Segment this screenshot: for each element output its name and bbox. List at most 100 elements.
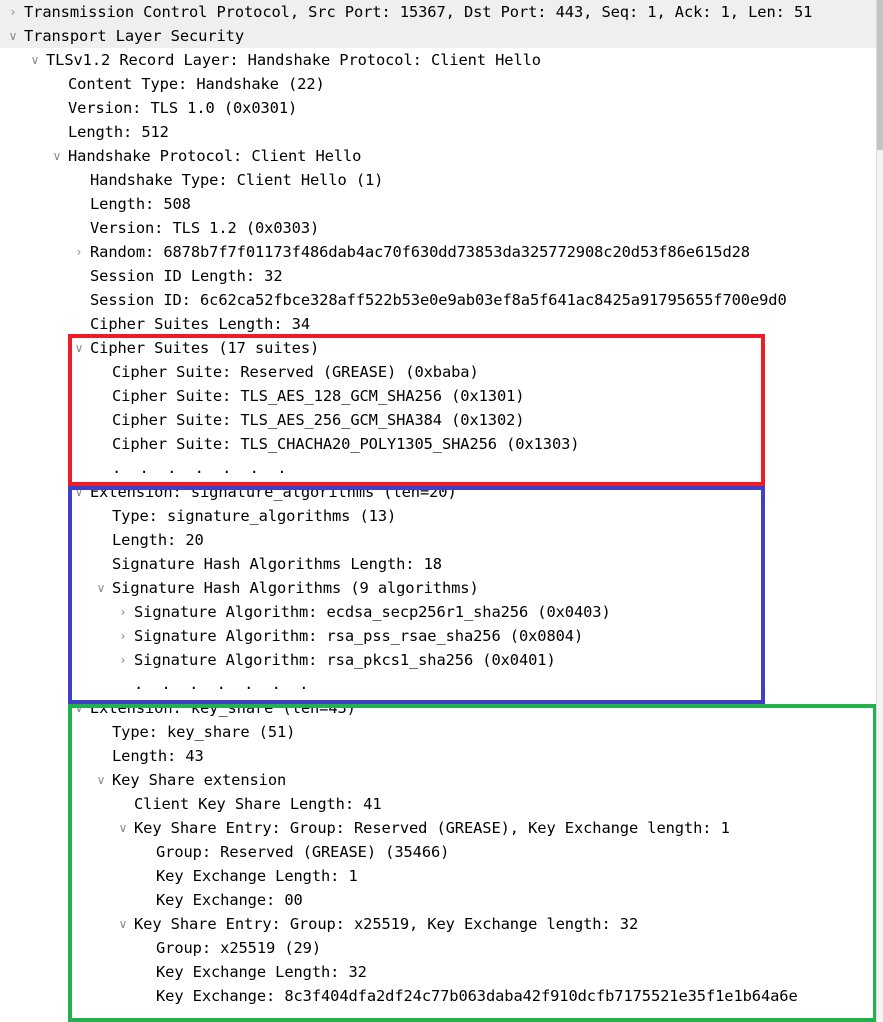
- row-label: Length: 508: [90, 195, 191, 213]
- row-sig-alg-ellipsis[interactable]: . . . . . . .: [0, 672, 877, 696]
- chevron-down-icon[interactable]: [50, 144, 64, 168]
- row-label: Key Exchange: 8c3f404dfa2df24c77b063daba…: [156, 987, 798, 1005]
- row-label: Length: 20: [112, 531, 204, 549]
- row-cipher-suite-aes128[interactable]: Cipher Suite: TLS_AES_128_GCM_SHA256 (0x…: [0, 384, 877, 408]
- row-label: Version: TLS 1.2 (0x0303): [90, 219, 320, 237]
- row-content-type[interactable]: Content Type: Handshake (22): [0, 72, 877, 96]
- chevron-down-icon[interactable]: [72, 480, 86, 504]
- row-record-layer[interactable]: TLSv1.2 Record Layer: Handshake Protocol…: [0, 48, 877, 72]
- row-cipher-suites[interactable]: Cipher Suites (17 suites): [0, 336, 877, 360]
- chevron-down-icon[interactable]: [94, 576, 108, 600]
- chevron-down-icon[interactable]: [94, 768, 108, 792]
- row-tcp-summary[interactable]: Transmission Control Protocol, Src Port:…: [0, 0, 877, 24]
- row-record-version[interactable]: Version: TLS 1.0 (0x0301): [0, 96, 877, 120]
- vertical-scrollbar-thumb[interactable]: [877, 0, 883, 150]
- row-label: Length: 43: [112, 747, 204, 765]
- row-label: Key Exchange Length: 1: [156, 867, 358, 885]
- chevron-right-icon[interactable]: [6, 0, 20, 24]
- row-label: Key Share extension: [112, 771, 287, 789]
- row-sig-hash-algorithms[interactable]: Signature Hash Algorithms (9 algorithms): [0, 576, 877, 600]
- row-label: Content Type: Handshake (22): [68, 75, 325, 93]
- row-random[interactable]: Random: 6878b7f7f01173f486dab4ac70f630dd…: [0, 240, 877, 264]
- row-label: Signature Algorithm: rsa_pss_rsae_sha256…: [134, 627, 584, 645]
- row-key-share-type[interactable]: Type: key_share (51): [0, 720, 877, 744]
- row-label: Cipher Suite: TLS_AES_256_GCM_SHA384 (0x…: [112, 411, 525, 429]
- row-label: Transmission Control Protocol, Src Port:…: [24, 3, 813, 21]
- row-session-id-length[interactable]: Session ID Length: 32: [0, 264, 877, 288]
- row-x25519-group[interactable]: Group: x25519 (29): [0, 936, 877, 960]
- row-sig-alg-rsa-pss-rsae[interactable]: Signature Algorithm: rsa_pss_rsae_sha256…: [0, 624, 877, 648]
- row-label: Extension: key_share (len=43): [90, 699, 356, 717]
- row-label: Session ID: 6c62ca52fbce328aff522b53e0e9…: [90, 291, 787, 309]
- chevron-down-icon[interactable]: [72, 336, 86, 360]
- chevron-right-icon[interactable]: [116, 600, 130, 624]
- row-label: Cipher Suite: Reserved (GREASE) (0xbaba): [112, 363, 479, 381]
- row-label: Group: x25519 (29): [156, 939, 321, 957]
- chevron-down-icon[interactable]: [72, 696, 86, 720]
- row-sig-alg-ecdsa-secp256r1[interactable]: Signature Algorithm: ecdsa_secp256r1_sha…: [0, 600, 877, 624]
- row-key-share-length[interactable]: Length: 43: [0, 744, 877, 768]
- packet-detail-tree[interactable]: Transmission Control Protocol, Src Port:…: [0, 0, 877, 1022]
- row-label: Transport Layer Security: [24, 27, 244, 45]
- row-label: Cipher Suite: TLS_CHACHA20_POLY1305_SHA2…: [112, 435, 580, 453]
- row-label: Client Key Share Length: 41: [134, 795, 382, 813]
- row-key-share-extension[interactable]: Key Share extension: [0, 768, 877, 792]
- row-label: . . . . . . .: [134, 675, 313, 693]
- chevron-right-icon[interactable]: [72, 240, 86, 264]
- vertical-scrollbar[interactable]: [876, 0, 883, 1022]
- row-ext-key-share[interactable]: Extension: key_share (len=43): [0, 696, 877, 720]
- chevron-down-icon[interactable]: [116, 816, 130, 840]
- row-tls-root[interactable]: Transport Layer Security: [0, 24, 877, 48]
- row-label: Random: 6878b7f7f01173f486dab4ac70f630dd…: [90, 243, 750, 261]
- row-label: Group: Reserved (GREASE) (35466): [156, 843, 450, 861]
- row-sig-alg-rsa-pkcs1[interactable]: Signature Algorithm: rsa_pkcs1_sha256 (0…: [0, 648, 877, 672]
- row-record-length[interactable]: Length: 512: [0, 120, 877, 144]
- row-label: Key Exchange Length: 32: [156, 963, 367, 981]
- row-session-id[interactable]: Session ID: 6c62ca52fbce328aff522b53e0e9…: [0, 288, 877, 312]
- row-label: Cipher Suites (17 suites): [90, 339, 320, 357]
- chevron-right-icon[interactable]: [116, 624, 130, 648]
- row-label: Key Share Entry: Group: Reserved (GREASE…: [134, 819, 730, 837]
- row-handshake-type[interactable]: Handshake Type: Client Hello (1): [0, 168, 877, 192]
- wireshark-packet-detail-pane: Transmission Control Protocol, Src Port:…: [0, 0, 883, 1022]
- row-sigalg-length[interactable]: Length: 20: [0, 528, 877, 552]
- row-x25519-key-exchange-length[interactable]: Key Exchange Length: 32: [0, 960, 877, 984]
- row-label: Extension: signature_algorithms (len=20): [90, 483, 457, 501]
- row-label: Type: key_share (51): [112, 723, 296, 741]
- row-key-share-entry-grease[interactable]: Key Share Entry: Group: Reserved (GREASE…: [0, 816, 877, 840]
- row-label: Handshake Protocol: Client Hello: [68, 147, 362, 165]
- row-handshake-version[interactable]: Version: TLS 1.2 (0x0303): [0, 216, 877, 240]
- chevron-down-icon[interactable]: [116, 912, 130, 936]
- row-sig-hash-algorithms-length[interactable]: Signature Hash Algorithms Length: 18: [0, 552, 877, 576]
- row-label: Type: signature_algorithms (13): [112, 507, 397, 525]
- row-grease-key-exchange-length[interactable]: Key Exchange Length: 1: [0, 864, 877, 888]
- row-grease-group[interactable]: Group: Reserved (GREASE) (35466): [0, 840, 877, 864]
- row-label: Key Exchange: 00: [156, 891, 303, 909]
- row-cipher-suite-grease[interactable]: Cipher Suite: Reserved (GREASE) (0xbaba): [0, 360, 877, 384]
- row-cipher-suite-chacha20[interactable]: Cipher Suite: TLS_CHACHA20_POLY1305_SHA2…: [0, 432, 877, 456]
- chevron-down-icon[interactable]: [6, 24, 20, 48]
- row-grease-key-exchange[interactable]: Key Exchange: 00: [0, 888, 877, 912]
- chevron-down-icon[interactable]: [28, 48, 42, 72]
- row-label: Signature Algorithm: rsa_pkcs1_sha256 (0…: [134, 651, 556, 669]
- row-label: Version: TLS 1.0 (0x0301): [68, 99, 298, 117]
- row-label: . . . . . . .: [112, 459, 291, 477]
- row-label: Cipher Suite: TLS_AES_128_GCM_SHA256 (0x…: [112, 387, 525, 405]
- row-x25519-key-exchange[interactable]: Key Exchange: 8c3f404dfa2df24c77b063daba…: [0, 984, 877, 1008]
- row-label: Key Share Entry: Group: x25519, Key Exch…: [134, 915, 639, 933]
- row-sigalg-type[interactable]: Type: signature_algorithms (13): [0, 504, 877, 528]
- row-ext-signature-algorithms[interactable]: Extension: signature_algorithms (len=20): [0, 480, 877, 504]
- row-client-key-share-length[interactable]: Client Key Share Length: 41: [0, 792, 877, 816]
- chevron-right-icon[interactable]: [116, 648, 130, 672]
- row-label: Session ID Length: 32: [90, 267, 283, 285]
- row-handshake-length[interactable]: Length: 508: [0, 192, 877, 216]
- row-cipher-suite-aes256[interactable]: Cipher Suite: TLS_AES_256_GCM_SHA384 (0x…: [0, 408, 877, 432]
- row-cipher-suites-length[interactable]: Cipher Suites Length: 34: [0, 312, 877, 336]
- row-key-share-entry-x25519[interactable]: Key Share Entry: Group: x25519, Key Exch…: [0, 912, 877, 936]
- row-label: Signature Hash Algorithms (9 algorithms): [112, 579, 479, 597]
- row-handshake-protocol[interactable]: Handshake Protocol: Client Hello: [0, 144, 877, 168]
- row-cipher-suites-ellipsis[interactable]: . . . . . . .: [0, 456, 877, 480]
- row-label: Length: 512: [68, 123, 169, 141]
- row-label: Cipher Suites Length: 34: [90, 315, 310, 333]
- row-label: Signature Algorithm: ecdsa_secp256r1_sha…: [134, 603, 611, 621]
